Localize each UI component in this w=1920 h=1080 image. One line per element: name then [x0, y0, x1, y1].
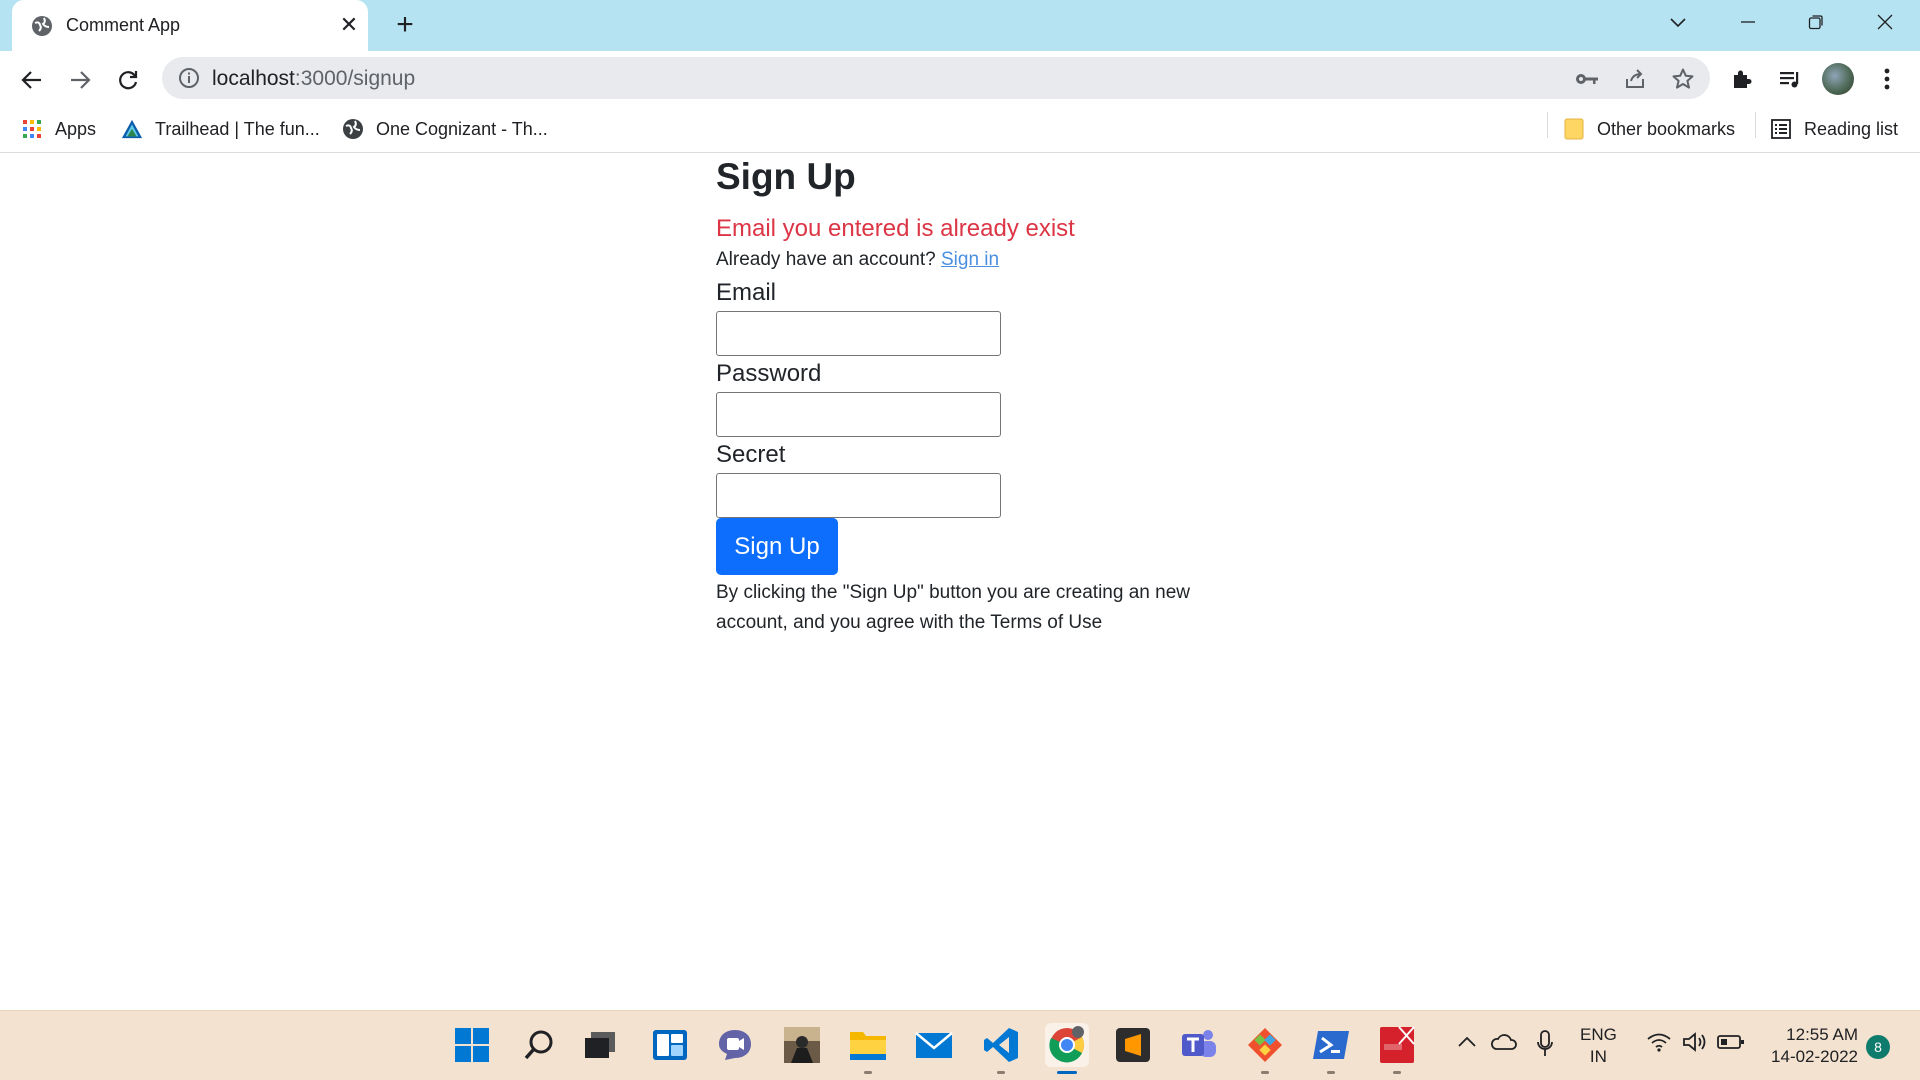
forward-arrow-icon[interactable] — [62, 62, 98, 98]
task-view-icon[interactable] — [578, 1023, 622, 1067]
taskbar: ENG IN 12:55 AM 14-02-2022 8 — [0, 1010, 1920, 1080]
globe-icon — [342, 118, 364, 140]
signin-prompt: Already have an account? — [716, 249, 936, 270]
email-field[interactable] — [716, 311, 1001, 356]
bookmark-apps[interactable]: Apps — [21, 114, 96, 144]
reading-list-icon — [1770, 118, 1792, 140]
language-line-1: ENG — [1580, 1025, 1617, 1044]
bookmarks-bar: Apps Trailhead | The fun... One Cognizan… — [0, 106, 1920, 153]
restore-icon[interactable] — [1793, 4, 1839, 40]
password-field[interactable] — [716, 392, 1001, 437]
chevron-up-icon[interactable] — [1454, 1029, 1480, 1055]
password-key-icon[interactable] — [1574, 66, 1600, 92]
error-message: Email you entered is already exist — [716, 215, 1075, 242]
chat-icon[interactable] — [713, 1023, 757, 1067]
active-indicator — [1057, 1071, 1077, 1074]
extensions-puzzle-icon[interactable] — [1727, 64, 1757, 94]
running-indicator — [997, 1071, 1005, 1074]
running-indicator — [1327, 1071, 1335, 1074]
game-icon[interactable] — [780, 1023, 824, 1067]
tab-title: Comment App — [66, 15, 181, 35]
close-icon[interactable] — [1862, 4, 1908, 40]
kebab-menu-icon[interactable] — [1872, 64, 1902, 94]
notification-badge[interactable]: 8 — [1866, 1035, 1890, 1059]
email-label: Email — [716, 279, 777, 306]
signin-prompt-line: Already have an account? Sign in — [716, 249, 999, 271]
reading-list-label: Reading list — [1804, 118, 1899, 139]
site-info-icon[interactable] — [178, 67, 200, 89]
globe-icon — [32, 16, 52, 36]
page-title: Sign Up — [716, 156, 856, 197]
other-bookmarks-label: Other bookmarks — [1597, 118, 1736, 139]
clock-time: 12:55 AM — [1786, 1025, 1858, 1044]
profile-avatar[interactable] — [1822, 63, 1854, 95]
url-host: localhost — [212, 67, 295, 90]
other-bookmarks[interactable]: Other bookmarks — [1563, 114, 1735, 144]
new-tab-button[interactable]: + — [390, 10, 420, 40]
terms-text: By clicking the "Sign Up" button you are… — [716, 582, 1190, 633]
folder-icon — [1563, 118, 1585, 140]
bookmark-label: Apps — [55, 118, 97, 139]
teams-icon[interactable] — [1177, 1023, 1221, 1067]
volume-icon[interactable] — [1680, 1029, 1710, 1055]
language-indicator[interactable]: ENG IN — [1580, 1024, 1617, 1068]
vscode-icon[interactable] — [979, 1023, 1023, 1067]
microphone-icon[interactable] — [1532, 1029, 1558, 1059]
tab-close-icon[interactable]: ✕ — [336, 12, 362, 38]
password-label: Password — [716, 360, 822, 387]
running-indicator — [1261, 1071, 1269, 1074]
media-queue-icon[interactable] — [1775, 64, 1805, 94]
trailhead-icon — [121, 118, 143, 140]
secret-field[interactable] — [716, 473, 1001, 518]
file-explorer-icon[interactable] — [846, 1023, 890, 1067]
system-clock[interactable]: 12:55 AM 14-02-2022 — [1762, 1024, 1858, 1068]
bookmark-trailhead[interactable]: Trailhead | The fun... — [121, 114, 320, 144]
running-indicator — [864, 1071, 872, 1074]
address-bar[interactable]: localhost:3000/signup — [162, 57, 1710, 99]
battery-icon[interactable] — [1716, 1029, 1746, 1055]
widgets-icon[interactable] — [648, 1023, 692, 1067]
tab-search-chevron-down-icon[interactable] — [1655, 4, 1701, 40]
sublime-icon[interactable] — [1111, 1023, 1155, 1067]
url-text[interactable]: localhost:3000/signup — [212, 67, 415, 91]
signup-button[interactable]: Sign Up — [716, 518, 838, 575]
language-line-2: IN — [1589, 1047, 1607, 1066]
running-indicator — [1393, 1071, 1401, 1074]
bookmark-one-cognizant[interactable]: One Cognizant - Th... — [342, 114, 548, 144]
url-path: :3000/signup — [294, 67, 416, 90]
chrome-icon[interactable] — [1045, 1023, 1089, 1067]
browser-toolbar: localhost:3000/signup — [0, 51, 1920, 106]
bookmarks-divider — [1547, 112, 1548, 138]
search-icon[interactable] — [517, 1023, 561, 1067]
minimize-icon[interactable] — [1725, 4, 1771, 40]
powershell-icon[interactable] — [1309, 1023, 1353, 1067]
onedrive-cloud-icon[interactable] — [1488, 1029, 1518, 1055]
wifi-icon[interactable] — [1644, 1029, 1674, 1055]
apps-grid-icon — [21, 118, 43, 140]
tab-strip: Comment App ✕ + — [0, 0, 1920, 51]
signin-link[interactable]: Sign in — [941, 249, 999, 270]
mail-icon[interactable] — [912, 1023, 956, 1067]
back-arrow-icon[interactable] — [14, 62, 50, 98]
git-icon[interactable] — [1243, 1023, 1287, 1067]
bookmark-label: One Cognizant - Th... — [376, 118, 548, 139]
bookmark-label: Trailhead | The fun... — [155, 118, 320, 139]
bookmark-star-icon[interactable] — [1670, 66, 1696, 92]
secret-label: Secret — [716, 441, 786, 468]
start-icon[interactable] — [450, 1023, 494, 1067]
pdf-icon[interactable] — [1375, 1023, 1419, 1067]
bookmarks-divider — [1755, 112, 1756, 138]
share-icon[interactable] — [1622, 66, 1648, 92]
reload-icon[interactable] — [110, 62, 146, 98]
clock-date: 14-02-2022 — [1771, 1047, 1858, 1066]
tab-comment-app[interactable]: Comment App ✕ — [12, 0, 368, 51]
reading-list[interactable]: Reading list — [1770, 114, 1898, 144]
